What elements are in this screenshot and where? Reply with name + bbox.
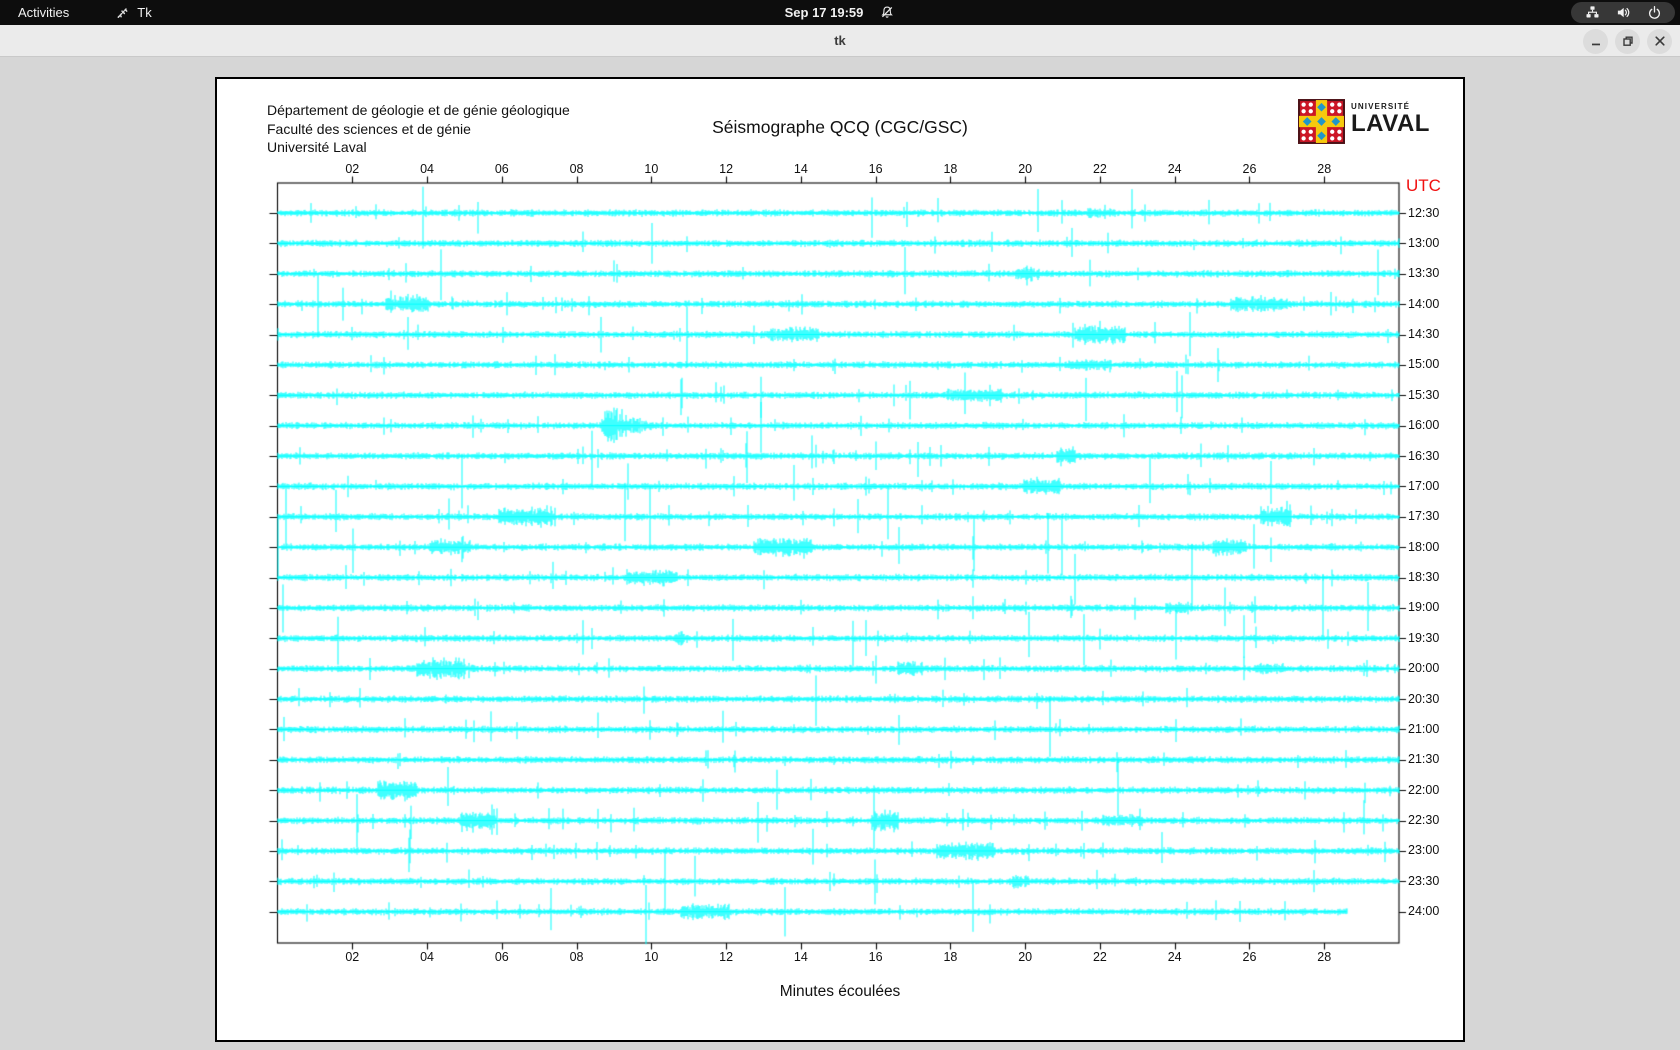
- activities-button[interactable]: Activities: [0, 0, 79, 25]
- utc-time-label: 23:30: [1408, 873, 1440, 888]
- x-axis-tick-label-top: 18: [943, 162, 958, 176]
- utc-time-label: 19:00: [1408, 600, 1440, 615]
- clock-label: Sep 17 19:59: [784, 5, 864, 20]
- x-axis-tick-label-top: 24: [1167, 162, 1182, 176]
- utc-time-label: 13:30: [1408, 266, 1440, 281]
- x-axis-tick-label-top: 20: [1018, 162, 1033, 176]
- x-axis-tick-label-bottom: 28: [1317, 950, 1332, 964]
- institution-line: Université Laval: [267, 139, 367, 155]
- minimize-button[interactable]: [1583, 28, 1608, 54]
- utc-time-label: 13:00: [1408, 235, 1440, 250]
- wired-network-icon: [1584, 5, 1600, 21]
- x-axis-tick-label-top: 04: [420, 162, 434, 176]
- x-axis-tick-label-bottom: 06: [494, 950, 509, 964]
- universite-laval-logo: UNIVERSITÉ LAVAL: [1298, 99, 1430, 149]
- utc-time-label: 14:00: [1408, 296, 1440, 311]
- x-axis-tick-label-bottom: 16: [868, 950, 883, 964]
- desktop: Activities Tk Sep 17 19:59 tk Départemen…: [0, 0, 1680, 1050]
- tk-app-icon: [114, 5, 130, 21]
- utc-time-label: 12:30: [1408, 205, 1440, 220]
- utc-time-label: 16:00: [1408, 418, 1440, 433]
- x-axis-tick-label-top: 16: [868, 162, 883, 176]
- utc-time-label: 22:30: [1408, 813, 1440, 828]
- x-axis-tick-label-top: 02: [345, 162, 360, 176]
- utc-time-label: 21:00: [1408, 721, 1440, 736]
- utc-time-label: 14:30: [1408, 327, 1440, 342]
- x-axis-tick-label-bottom: 02: [345, 950, 360, 964]
- utc-time-label: 23:00: [1408, 843, 1440, 858]
- x-axis-tick-label-top: 08: [569, 162, 584, 176]
- app-name-label: Tk: [137, 5, 152, 20]
- window-title: tk: [834, 33, 846, 48]
- utc-time-label: 17:30: [1408, 509, 1440, 524]
- plot-title: Séismographe QCQ (CGC/GSC): [712, 117, 968, 137]
- utc-time-label: 18:00: [1408, 539, 1440, 554]
- utc-time-label: 16:30: [1408, 448, 1440, 463]
- seismograph-canvas-frame: Département de géologie et de génie géol…: [215, 77, 1465, 1042]
- utc-time-label: 20:00: [1408, 661, 1440, 676]
- x-axis-tick-label-bottom: 10: [644, 950, 659, 964]
- x-axis-title: Minutes écoulées: [779, 983, 901, 1000]
- x-axis-tick-label-bottom: 22: [1092, 950, 1107, 964]
- volume-icon: [1615, 5, 1631, 21]
- x-axis-tick-label-bottom: 14: [793, 950, 808, 964]
- x-axis-tick-label-bottom: 08: [569, 950, 584, 964]
- x-axis-tick-label-top: 22: [1092, 162, 1107, 176]
- close-button[interactable]: [1647, 28, 1672, 54]
- utc-time-label: 18:30: [1408, 570, 1440, 585]
- utc-time-label: 15:30: [1408, 387, 1440, 402]
- notifications-muted-icon: [879, 5, 895, 21]
- utc-time-label: 15:00: [1408, 357, 1440, 372]
- focused-app-menu[interactable]: Tk: [106, 0, 159, 25]
- power-icon: [1646, 5, 1662, 21]
- x-axis-tick-label-bottom: 12: [719, 950, 734, 964]
- x-axis-tick-label-bottom: 04: [420, 950, 434, 964]
- x-axis-tick-label-bottom: 20: [1018, 950, 1033, 964]
- system-status-area[interactable]: [1571, 2, 1675, 23]
- x-axis-tick-label-bottom: 18: [943, 950, 958, 964]
- clock-menu[interactable]: Sep 17 19:59: [775, 0, 906, 25]
- x-axis-tick-label-top: 06: [494, 162, 509, 176]
- x-axis-tick-label-bottom: 26: [1242, 950, 1257, 964]
- x-axis-tick-label-top: 28: [1317, 162, 1332, 176]
- utc-time-label: 21:30: [1408, 752, 1440, 767]
- utc-time-label: 20:30: [1408, 691, 1440, 706]
- utc-axis-title: UTC: [1406, 176, 1441, 195]
- x-axis-tick-label-top: 12: [719, 162, 734, 176]
- x-axis-tick-label-top: 14: [793, 162, 808, 176]
- x-axis-tick-label-top: 10: [644, 162, 659, 176]
- utc-time-label: 22:00: [1408, 782, 1440, 797]
- utc-time-label: 24:00: [1408, 904, 1440, 919]
- x-axis-tick-label-bottom: 24: [1167, 950, 1182, 964]
- maximize-button[interactable]: [1615, 28, 1640, 54]
- window-titlebar[interactable]: tk: [0, 25, 1680, 57]
- gnome-top-bar: Activities Tk Sep 17 19:59: [0, 0, 1680, 25]
- utc-time-label: 17:00: [1408, 478, 1440, 493]
- tk-window-body: Département de géologie et de génie géol…: [0, 57, 1680, 1050]
- logo-large-text: LAVAL: [1351, 110, 1430, 137]
- laval-shield-icon: [1298, 99, 1345, 149]
- utc-time-label: 19:30: [1408, 630, 1440, 645]
- seismogram-plot: [217, 79, 1463, 1040]
- x-axis-tick-label-top: 26: [1242, 162, 1257, 176]
